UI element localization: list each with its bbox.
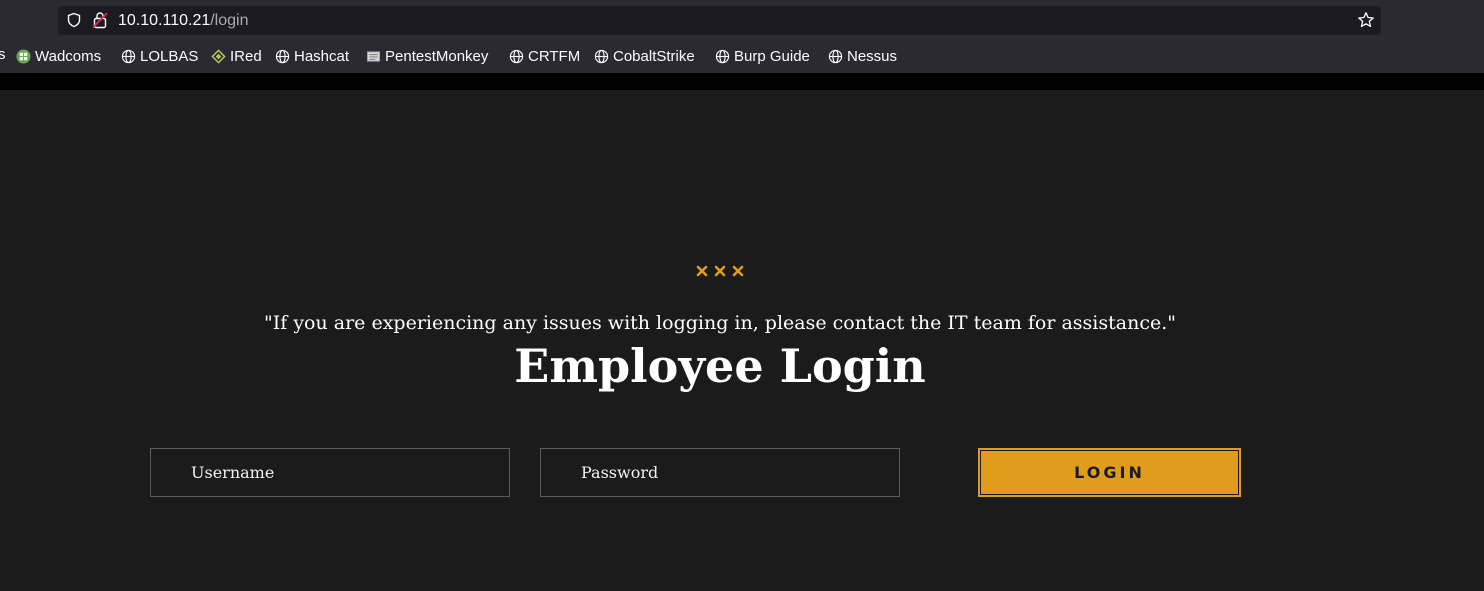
- page-top-bar: [0, 73, 1484, 90]
- bookmark-burp-guide[interactable]: Burp Guide: [715, 44, 810, 68]
- browser-chrome: 10.10.110.21/login s Wadcoms LOLBAS IRed…: [0, 0, 1484, 73]
- pentestmonkey-icon: [366, 50, 381, 62]
- globe-icon: [828, 49, 843, 63]
- bookmark-cutoff[interactable]: s: [0, 46, 6, 63]
- bookmark-label: IRed: [230, 47, 262, 65]
- bookmark-crtfm[interactable]: CRTFM: [509, 44, 580, 68]
- bookmark-cobaltstrike[interactable]: CobaltStrike: [594, 44, 695, 68]
- globe-icon: [594, 49, 609, 63]
- login-notice: "If you are experiencing any issues with…: [264, 312, 1176, 334]
- page-title: Employee Login: [514, 339, 926, 393]
- password-input[interactable]: [540, 448, 900, 497]
- bookmark-label: LOLBAS: [140, 47, 199, 65]
- ornament-icon: [696, 265, 744, 277]
- bookmark-hashcat[interactable]: Hashcat: [275, 44, 349, 68]
- url-text[interactable]: 10.10.110.21/login: [118, 11, 248, 30]
- wadcoms-icon: [16, 48, 31, 64]
- bookmark-label: PentestMonkey: [385, 47, 489, 65]
- bookmarks-toolbar: s Wadcoms LOLBAS IRed Hashcat PentestMon…: [0, 44, 1484, 68]
- globe-icon: [715, 49, 730, 63]
- globe-icon: [509, 49, 524, 63]
- insecure-lock-icon[interactable]: [92, 11, 108, 29]
- bookmark-star-icon[interactable]: [1357, 11, 1375, 29]
- bookmark-label: Burp Guide: [734, 47, 810, 65]
- bookmark-ired[interactable]: IRed: [211, 44, 262, 68]
- globe-icon: [121, 49, 136, 63]
- bookmark-nessus[interactable]: Nessus: [828, 44, 897, 68]
- username-input[interactable]: [150, 448, 510, 497]
- bookmark-label: CobaltStrike: [613, 47, 695, 65]
- address-bar[interactable]: 10.10.110.21/login: [58, 6, 1381, 35]
- shield-icon[interactable]: [66, 12, 82, 28]
- bookmark-pentestmonkey[interactable]: PentestMonkey: [366, 44, 488, 68]
- url-host: 10.10.110.21: [118, 12, 211, 29]
- url-path: /login: [210, 12, 249, 29]
- bookmark-label: Nessus: [847, 47, 898, 65]
- bookmark-label: Wadcoms: [35, 47, 102, 65]
- ired-icon: [211, 48, 226, 64]
- bookmark-wadcoms[interactable]: Wadcoms: [16, 44, 101, 68]
- bookmark-lolbas[interactable]: LOLBAS: [121, 44, 198, 68]
- globe-icon: [275, 49, 290, 63]
- bookmark-label: CRTFM: [528, 47, 581, 65]
- login-button[interactable]: LOGIN: [978, 448, 1241, 497]
- bookmark-label: Hashcat: [294, 47, 350, 65]
- login-page: "If you are experiencing any issues with…: [0, 90, 1484, 591]
